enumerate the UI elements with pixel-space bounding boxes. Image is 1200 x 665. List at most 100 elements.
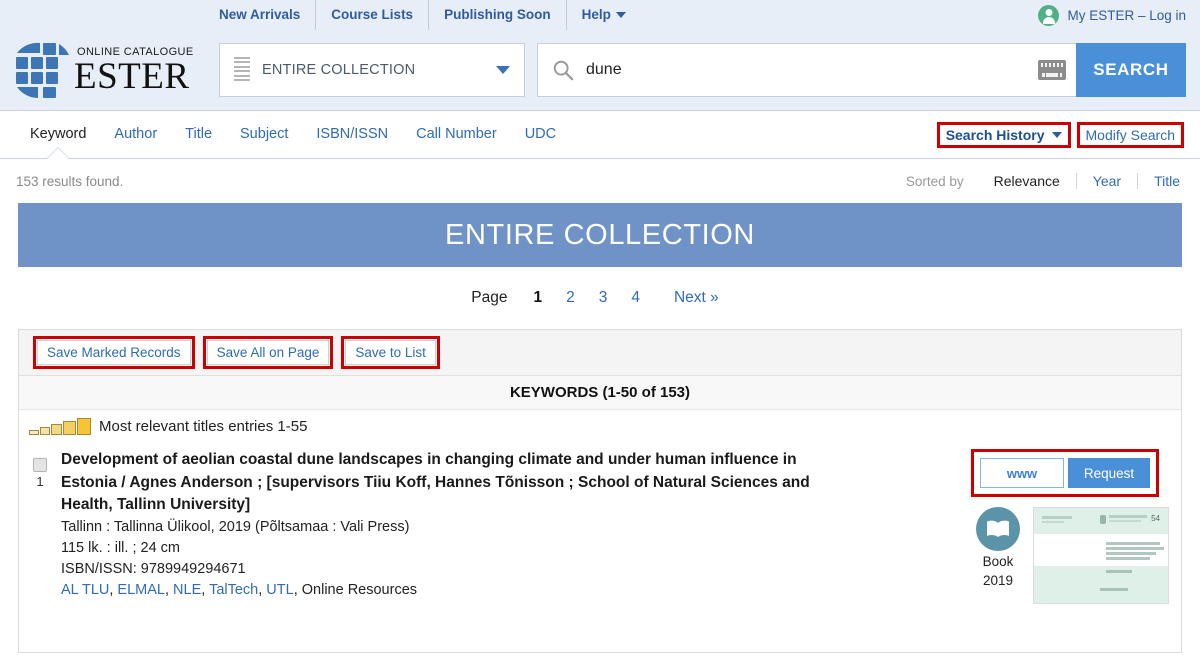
record-number: 1	[36, 474, 44, 489]
holdings-sep-2: ,	[164, 581, 174, 598]
sort-controls: Sorted by Relevance Year Title	[906, 173, 1184, 189]
pagination-label: Page	[471, 289, 508, 306]
collection-banner-title: ENTIRE COLLECTION	[445, 218, 755, 251]
search-bar: SEARCH	[537, 43, 1186, 97]
sort-option-title[interactable]: Title	[1138, 173, 1184, 189]
record-holdings: AL TLU, ELMAL, NLE, TalTech, UTL, Online…	[61, 580, 961, 601]
utility-nav: New Arrivals Course Lists Publishing Soo…	[204, 0, 641, 30]
record-checkbox[interactable]	[33, 458, 47, 472]
my-ester-login[interactable]: My ESTER – Log in	[1038, 0, 1186, 30]
next-page-button[interactable]: Next »	[664, 289, 729, 307]
save-actions-bar: Save Marked Records Save All on Page Sav…	[19, 330, 1181, 376]
holding-link-al-tlu[interactable]: AL TLU	[61, 582, 109, 598]
page-button-4[interactable]: 4	[621, 289, 650, 307]
chevron-down-icon	[615, 12, 626, 18]
active-tab-pointer	[47, 148, 69, 159]
holding-link-elmal[interactable]: ELMAL	[117, 582, 165, 598]
tabbar-actions: Search History Modify Search	[936, 121, 1184, 148]
search-field-wrapper	[537, 43, 1076, 97]
nav-link-course-lists-label: Course Lists	[331, 7, 414, 22]
record-actions-column: www Request Book 2019 54	[971, 449, 1181, 604]
tab-author[interactable]: Author	[100, 111, 171, 158]
hamburger-icon	[234, 56, 250, 84]
holdings-tail: , Online Resources	[293, 581, 418, 598]
virtual-keyboard-icon[interactable]	[1038, 60, 1066, 80]
nav-link-help[interactable]: Help	[567, 0, 641, 30]
result-record: 1 Development of aeolian coastal dune la…	[19, 441, 1181, 604]
save-to-list-button[interactable]: Save to List	[345, 340, 436, 365]
save-all-annotation: Save All on Page	[202, 336, 334, 369]
record-media-type: Book 2019	[975, 507, 1021, 604]
tab-title[interactable]: Title	[171, 111, 226, 158]
nav-link-new-arrivals[interactable]: New Arrivals	[204, 0, 317, 30]
holdings-sep-3: ,	[201, 581, 210, 598]
utility-bar: New Arrivals Course Lists Publishing Soo…	[0, 0, 1200, 30]
modify-search-annotation: Modify Search	[1076, 121, 1184, 148]
search-type-tabs: Keyword Author Title Subject ISBN/ISSN C…	[0, 111, 1200, 159]
page-button-1[interactable]: 1	[523, 289, 552, 307]
nav-link-course-lists[interactable]: Course Lists	[316, 0, 430, 30]
tab-isbn-issn[interactable]: ISBN/ISSN	[302, 111, 402, 158]
media-type-label: Book	[982, 554, 1014, 569]
media-year-label: 2019	[982, 573, 1014, 588]
open-book-icon	[976, 507, 1020, 551]
record-details: Development of aeolian coastal dune land…	[61, 449, 971, 604]
collection-scope-value: ENTIRE COLLECTION	[262, 62, 416, 78]
holding-link-taltech[interactable]: TalTech	[209, 582, 258, 598]
search-history-button[interactable]: Search History	[946, 127, 1062, 143]
ester-logo-text: ONLINE CATALOGUE ESTER	[74, 46, 194, 95]
relevance-bars-icon	[29, 418, 91, 435]
search-button[interactable]: SEARCH	[1076, 43, 1186, 97]
relevance-row: Most relevant titles entries 1-55	[19, 410, 1181, 441]
record-imprint: Tallinn : Tallinna Ülikool, 2019 (Põltsa…	[61, 518, 410, 535]
nav-link-new-arrivals-label: New Arrivals	[219, 7, 301, 22]
save-marked-annotation: Save Marked Records	[33, 336, 195, 369]
page-button-2[interactable]: 2	[556, 289, 585, 307]
holding-link-utl[interactable]: UTL	[266, 582, 293, 598]
book-cover-thumbnail[interactable]: 54	[1033, 507, 1169, 604]
ester-logo[interactable]: ONLINE CATALOGUE ESTER	[14, 41, 204, 99]
relevance-text: Most relevant titles entries 1-55	[99, 418, 308, 435]
sorted-by-label: Sorted by	[905, 173, 964, 189]
record-title-link[interactable]: Development of aeolian coastal dune land…	[61, 449, 851, 517]
save-all-on-page-button[interactable]: Save All on Page	[206, 340, 330, 365]
record-extent: 115 lk. : ill. ; 24 cm	[61, 539, 180, 556]
collection-banner: ENTIRE COLLECTION	[18, 203, 1182, 267]
ester-grid-logo-icon	[16, 42, 69, 98]
nav-link-publishing-soon-label: Publishing Soon	[444, 7, 551, 22]
my-ester-label: My ESTER – Log in	[1067, 7, 1186, 23]
magnifier-icon	[553, 60, 574, 81]
chevron-down-icon	[496, 66, 510, 74]
page-button-3[interactable]: 3	[589, 289, 618, 307]
record-media: Book 2019 54	[971, 507, 1169, 604]
record-action-buttons: www Request	[980, 458, 1150, 488]
sort-option-year[interactable]: Year	[1077, 173, 1139, 189]
tab-call-number[interactable]: Call Number	[402, 111, 511, 158]
search-history-label: Search History	[945, 126, 1045, 143]
results-count: 153 results found.	[16, 173, 124, 189]
search-input[interactable]	[586, 61, 1038, 79]
keywords-header-label: KEYWORDS (1-50 of 153)	[509, 384, 691, 401]
results-info-bar: 153 results found. Sorted by Relevance Y…	[0, 159, 1200, 203]
nav-link-help-label: Help	[581, 7, 611, 22]
logo-title: ESTER	[74, 55, 190, 97]
collection-scope-dropdown[interactable]: ENTIRE COLLECTION	[219, 43, 525, 97]
search-history-annotation: Search History	[936, 121, 1071, 148]
save-to-list-annotation: Save to List	[341, 336, 440, 369]
request-button[interactable]: Request	[1068, 458, 1150, 488]
modify-search-button[interactable]: Modify Search	[1086, 127, 1175, 143]
tab-subject[interactable]: Subject	[226, 111, 302, 158]
results-panel: Save Marked Records Save All on Page Sav…	[18, 329, 1182, 652]
tab-udc[interactable]: UDC	[511, 111, 570, 158]
keywords-header: KEYWORDS (1-50 of 153)	[19, 376, 1181, 410]
panel-footer-divider	[18, 652, 1182, 660]
user-avatar-icon	[1038, 4, 1060, 26]
sort-option-relevance[interactable]: Relevance	[978, 173, 1077, 189]
pagination: Page 1 2 3 4 Next »	[0, 267, 1200, 329]
nav-link-publishing-soon[interactable]: Publishing Soon	[429, 0, 567, 30]
chevron-down-icon	[1051, 131, 1062, 138]
panel-spacer	[19, 604, 1181, 652]
save-marked-records-button[interactable]: Save Marked Records	[37, 340, 191, 365]
www-button[interactable]: www	[980, 458, 1064, 488]
holding-link-nle[interactable]: NLE	[173, 582, 201, 598]
